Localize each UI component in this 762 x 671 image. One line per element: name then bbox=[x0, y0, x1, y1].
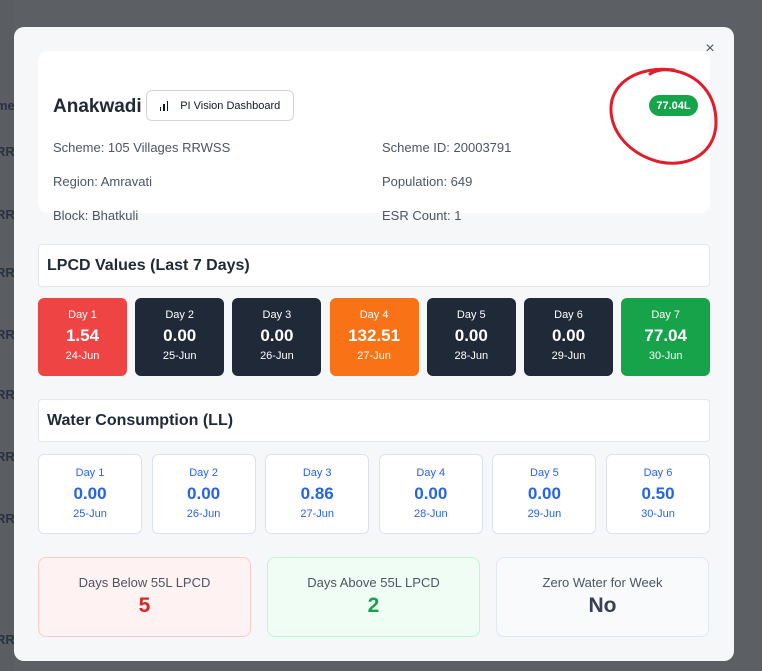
water-day-label: Day 5 bbox=[530, 467, 559, 479]
village-name: Anakwadi bbox=[53, 96, 142, 117]
backdrop-fragment: RR bbox=[0, 144, 15, 159]
water-day-date: 29-Jun bbox=[527, 508, 562, 520]
lpcd-day-date: 25-Jun bbox=[162, 350, 197, 362]
backdrop-fragment: RR bbox=[0, 449, 15, 464]
population: Population: 649 bbox=[382, 174, 473, 189]
backdrop-fragment: RR bbox=[0, 207, 15, 222]
water-day-date: 28-Jun bbox=[413, 508, 448, 520]
water-day-date: 26-Jun bbox=[186, 508, 221, 520]
lpcd-day-date: 26-Jun bbox=[260, 350, 294, 362]
zero-water-card: Zero Water for Week No bbox=[496, 557, 709, 637]
water-day-card: Day 1 0.00 25-Jun bbox=[38, 454, 142, 534]
village-details-modal: × Anakwadi PI Vision Dashboard 77.04L Sc… bbox=[14, 27, 734, 661]
water-day-value: 0.00 bbox=[73, 484, 107, 503]
lpcd-cards: Day 1 1.54 24-Jun Day 2 0.00 25-Jun Day 3 0.00 2… bbox=[38, 298, 711, 376]
lpcd-day-value: 0.00 bbox=[163, 326, 197, 345]
lpcd-day-value: 132.51 bbox=[348, 326, 401, 345]
water-day-date: 25-Jun bbox=[73, 508, 107, 520]
water-day-label: Day 6 bbox=[643, 467, 673, 479]
water-day-value: 0.00 bbox=[187, 484, 221, 503]
water-day-card: Day 6 0.50 30-Jun bbox=[606, 454, 710, 534]
lpcd-day-date: 29-Jun bbox=[551, 350, 586, 362]
lpcd-day-card: Day 6 0.00 29-Jun bbox=[524, 298, 613, 376]
lpcd-day-card: Day 1 1.54 24-Jun bbox=[38, 298, 127, 376]
lpcd-day-value: 0.00 bbox=[454, 326, 488, 345]
days-above-label: Days Above 55L LPCD bbox=[307, 575, 440, 590]
water-day-date: 30-Jun bbox=[641, 508, 675, 520]
lpcd-day-value: 1.54 bbox=[65, 326, 100, 345]
water-cards: Day 1 0.00 25-Jun Day 2 0.00 26-Jun Day 3 0.86 2… bbox=[38, 454, 710, 534]
scheme-id: Scheme ID: 20003791 bbox=[382, 140, 512, 155]
days-above-card: Days Above 55L LPCD 2 bbox=[267, 557, 480, 637]
lpcd-day-label: Day 7 bbox=[651, 309, 681, 321]
lpcd-section-title: LPCD Values (Last 7 Days) bbox=[38, 244, 710, 287]
days-below-card: Days Below 55L LPCD 5 bbox=[38, 557, 251, 637]
lpcd-day-date: 27-Jun bbox=[357, 350, 391, 362]
lpcd-day-date: 28-Jun bbox=[454, 350, 489, 362]
lpcd-day-date: 30-Jun bbox=[648, 350, 683, 362]
water-day-label: Day 2 bbox=[189, 467, 218, 479]
water-day-card: Day 4 0.00 28-Jun bbox=[378, 454, 483, 534]
lpcd-day-label: Day 5 bbox=[456, 309, 486, 321]
village-info-card: Anakwadi PI Vision Dashboard 77.04L Sche… bbox=[38, 51, 718, 223]
water-day-date: 27-Jun bbox=[300, 508, 334, 520]
water-day-card: Day 5 0.00 29-Jun bbox=[492, 454, 597, 534]
lpcd-day-label: Day 6 bbox=[554, 309, 583, 321]
backdrop-fragment: RR bbox=[0, 511, 15, 526]
lpcd-day-value: 0.00 bbox=[260, 326, 294, 345]
backdrop-fragment: RR bbox=[0, 265, 15, 280]
water-day-card: Day 2 0.00 26-Jun bbox=[151, 454, 256, 534]
lpcd-day-value: 77.04 bbox=[644, 326, 687, 345]
days-below-value: 5 bbox=[138, 594, 151, 617]
lpcd-day-card: Day 3 0.00 26-Jun bbox=[232, 298, 322, 376]
water-day-value: 0.00 bbox=[414, 484, 448, 503]
water-day-label: Day 4 bbox=[416, 467, 446, 479]
chart-bars-icon bbox=[159, 100, 169, 111]
water-day-label: Day 3 bbox=[302, 467, 332, 479]
zero-water-value: No bbox=[588, 594, 617, 617]
esr-count: ESR Count: 1 bbox=[382, 208, 462, 223]
water-day-value: 0.86 bbox=[300, 484, 334, 503]
block: Block: Bhatkuli bbox=[53, 208, 139, 223]
backdrop-fragment: me bbox=[0, 98, 15, 113]
lpcd-day-card: Day 4 132.51 27-Jun bbox=[329, 298, 419, 376]
lpcd-day-card: Day 7 77.04 30-Jun bbox=[621, 298, 711, 376]
water-day-value: 0.50 bbox=[641, 484, 675, 503]
scheme-name: Scheme: 105 Villages RRWSS bbox=[53, 140, 231, 155]
water-day-value: 0.00 bbox=[527, 484, 561, 503]
days-above-value: 2 bbox=[367, 594, 380, 617]
lpcd-day-label: Day 3 bbox=[262, 309, 292, 321]
lpcd-day-label: Day 4 bbox=[359, 309, 389, 321]
lpcd-day-card: Day 2 0.00 25-Jun bbox=[135, 298, 225, 376]
red-circle-annotation bbox=[609, 67, 718, 165]
backdrop-fragment: RR bbox=[0, 632, 15, 647]
lpcd-day-label: Day 1 bbox=[68, 309, 97, 321]
region: Region: Amravati bbox=[53, 174, 152, 189]
backdrop-fragment: RR bbox=[0, 387, 15, 402]
water-day-label: Day 1 bbox=[75, 467, 105, 479]
zero-water-label: Zero Water for Week bbox=[542, 575, 663, 590]
days-below-label: Days Below 55L LPCD bbox=[78, 575, 211, 590]
pi-vision-button-label: PI Vision Dashboard bbox=[180, 99, 281, 112]
lpcd-day-value: 0.00 bbox=[551, 326, 586, 345]
backdrop-fragment: RR bbox=[0, 327, 15, 342]
lpcd-day-date: 24-Jun bbox=[65, 350, 100, 362]
water-day-card: Day 3 0.86 27-Jun bbox=[265, 454, 370, 534]
lpcd-day-card: Day 5 0.00 28-Jun bbox=[426, 298, 516, 376]
water-section-title: Water Consumption (LL) bbox=[38, 399, 710, 442]
pi-vision-button[interactable]: PI Vision Dashboard bbox=[146, 90, 294, 121]
lpcd-day-label: Day 2 bbox=[165, 309, 195, 321]
